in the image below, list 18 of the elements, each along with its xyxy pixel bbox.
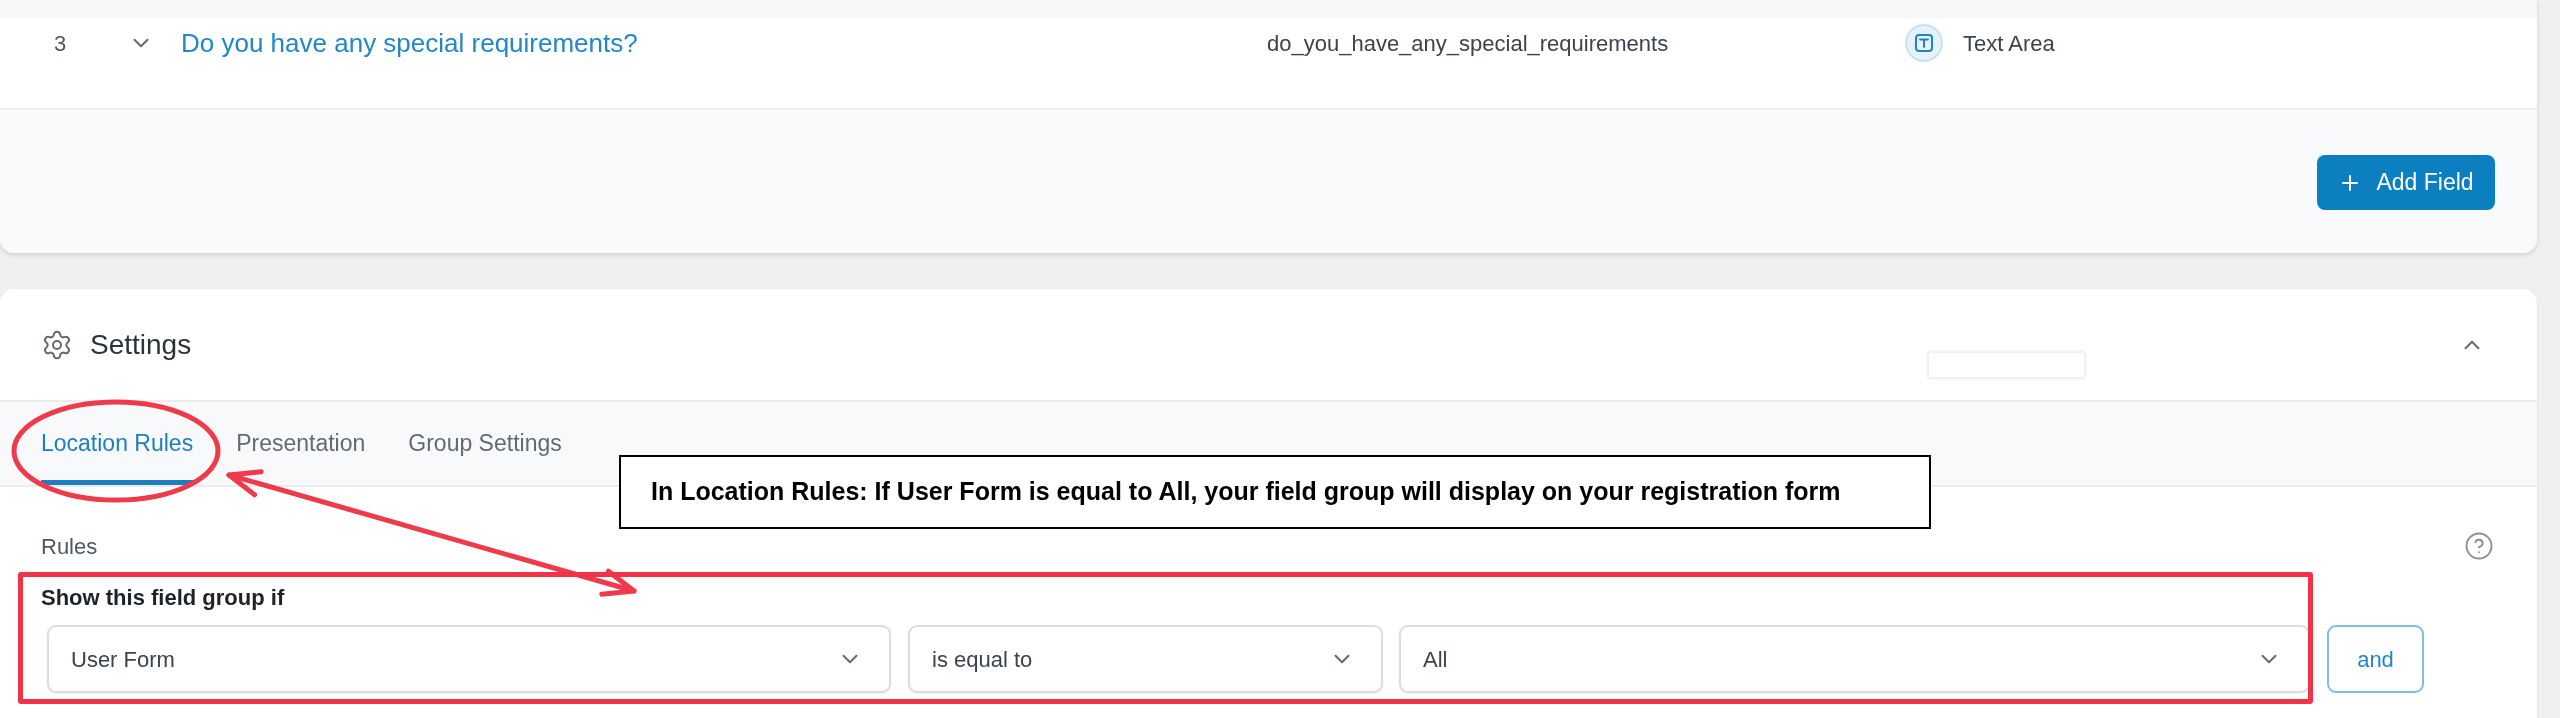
row-number: 3	[54, 29, 67, 58]
select-field[interactable]: is equal to	[908, 625, 1383, 693]
settings-title: Settings	[90, 327, 192, 362]
add-field-button[interactable]: Add Field	[2317, 155, 2495, 210]
rules-heading: Rules	[41, 532, 98, 561]
help-icon[interactable]	[2464, 531, 2494, 561]
field-title-link[interactable]: Do you have any special requirements?	[181, 23, 638, 63]
callout-text: In Location Rules: If User Form is equal to All, your field group will display on your registration form	[651, 476, 1841, 508]
text-type-icon	[1905, 24, 1943, 62]
and-button[interactable]: and	[2327, 625, 2424, 693]
rule-group-label: Show this field group if	[41, 583, 285, 612]
tab[interactable]: Presentation	[236, 402, 366, 485]
field-name-text: do_you_have_any_special_requirements	[1267, 29, 1669, 58]
select-field[interactable]: All	[1399, 625, 2310, 693]
tab[interactable]: Group Settings	[408, 402, 562, 485]
select-field[interactable]: User Form	[47, 625, 891, 693]
settings-gear-icon	[41, 328, 73, 361]
field-type-text: Text Area	[1963, 29, 2055, 58]
